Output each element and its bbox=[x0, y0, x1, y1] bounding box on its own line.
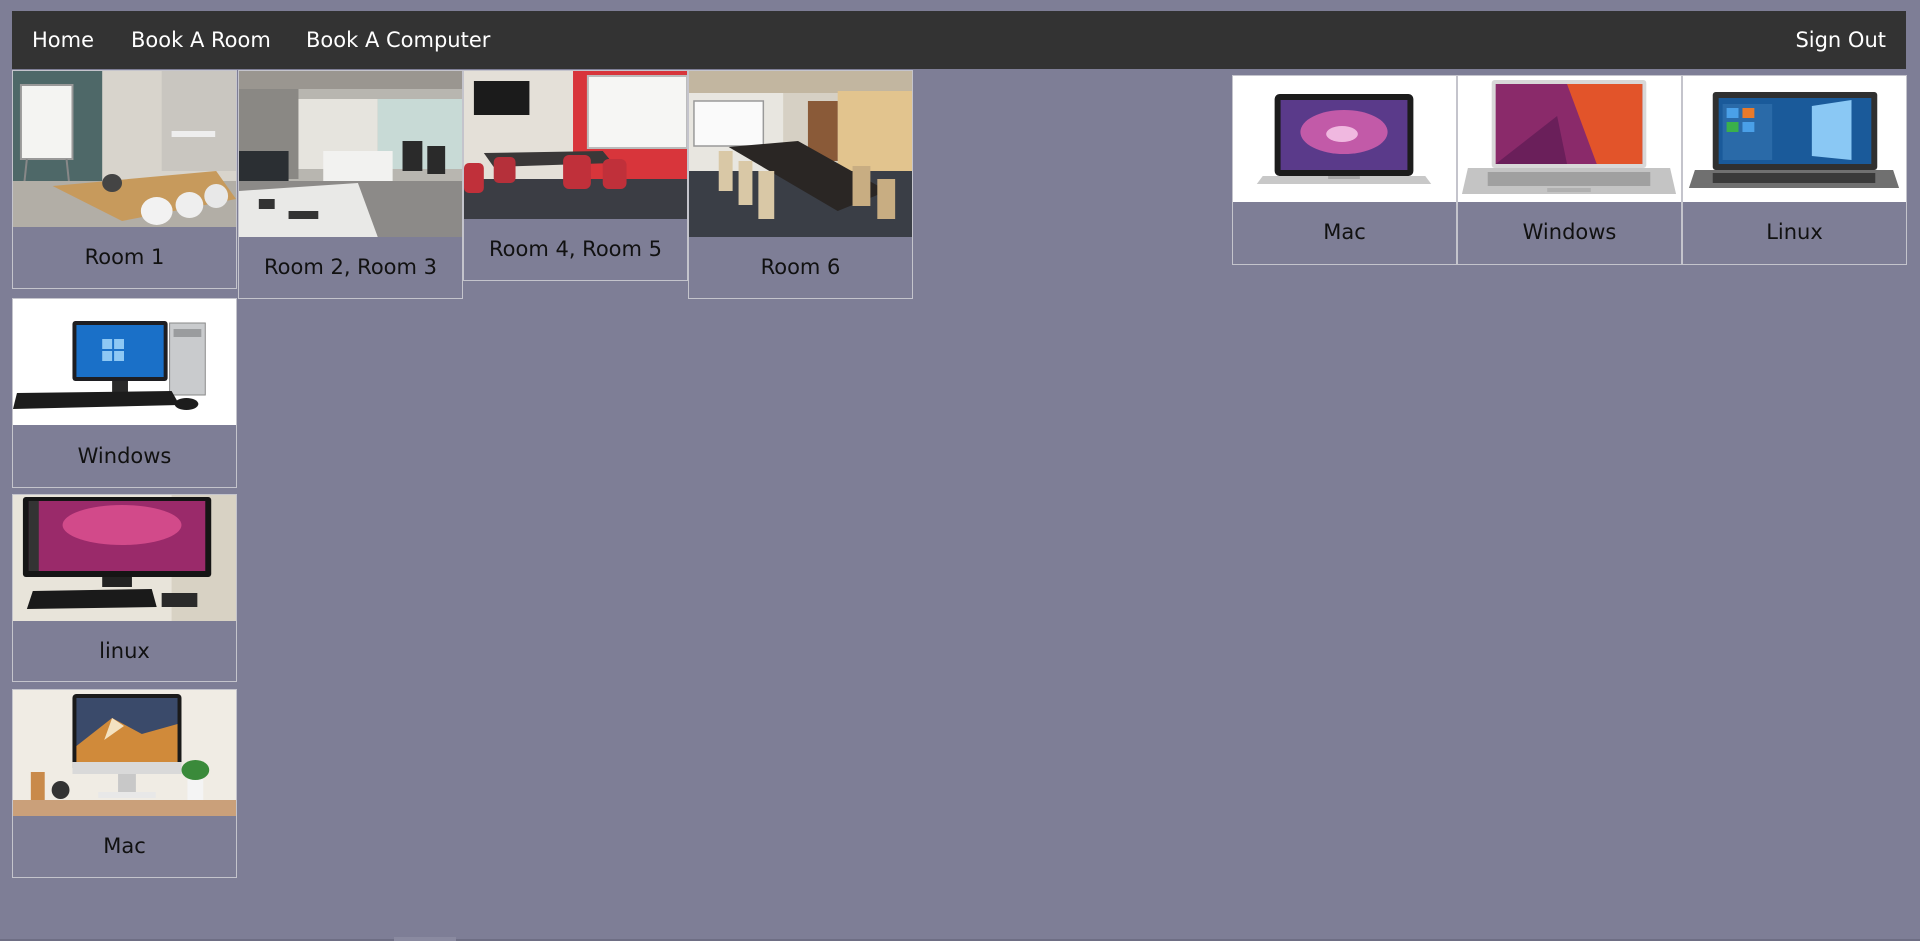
bottom-scroll-indicator bbox=[394, 937, 456, 941]
laptop-card-windows[interactable]: Windows bbox=[1457, 75, 1682, 265]
room-card-label: Room 1 bbox=[84, 245, 165, 269]
desktop-card-linux[interactable]: linux bbox=[12, 494, 237, 682]
desktop-card-label: Mac bbox=[103, 834, 146, 858]
laptop-card-mac[interactable]: Mac bbox=[1232, 75, 1457, 265]
laptop-card-label: Mac bbox=[1323, 220, 1366, 244]
laptop-card-linux[interactable]: Linux bbox=[1682, 75, 1907, 265]
sign-out-link[interactable]: Sign Out bbox=[1795, 11, 1886, 69]
laptop-card-label: Linux bbox=[1766, 220, 1823, 244]
nav-book-computer-link[interactable]: Book A Computer bbox=[306, 11, 490, 69]
meeting-room-photo bbox=[13, 71, 236, 227]
room-card-label: Room 6 bbox=[760, 255, 841, 279]
desktop-card-mac[interactable]: Mac bbox=[12, 689, 237, 878]
nav-book-room-link[interactable]: Book A Room bbox=[131, 11, 271, 69]
macbook-photo bbox=[1233, 76, 1456, 202]
open-office-photo bbox=[239, 71, 462, 237]
room-card-label: Room 4, Room 5 bbox=[488, 237, 663, 261]
room-card-1[interactable]: Room 1 bbox=[12, 70, 237, 289]
desktop-card-label: linux bbox=[99, 639, 150, 663]
windows-desktop-photo bbox=[13, 299, 236, 425]
top-navbar: Home Book A Room Book A Computer Sign Ou… bbox=[12, 11, 1906, 69]
linux-desktop-photo bbox=[13, 495, 236, 621]
windows-laptop-photo bbox=[1683, 76, 1906, 202]
desktop-card-windows[interactable]: Windows bbox=[12, 298, 237, 488]
room-card-4[interactable]: Room 6 bbox=[688, 70, 913, 299]
room-card-3[interactable]: Room 4, Room 5 bbox=[463, 70, 688, 281]
boardroom-photo bbox=[689, 71, 912, 237]
nav-home-link[interactable]: Home bbox=[32, 11, 94, 69]
red-wall-meeting-room-photo bbox=[464, 71, 687, 219]
laptop-card-label: Windows bbox=[1522, 220, 1617, 244]
room-card-label: Room 2, Room 3 bbox=[263, 255, 438, 279]
desktop-card-label: Windows bbox=[77, 444, 172, 468]
imac-photo bbox=[13, 690, 236, 816]
room-card-2[interactable]: Room 2, Room 3 bbox=[238, 70, 463, 299]
ubuntu-laptop-photo bbox=[1458, 76, 1681, 202]
